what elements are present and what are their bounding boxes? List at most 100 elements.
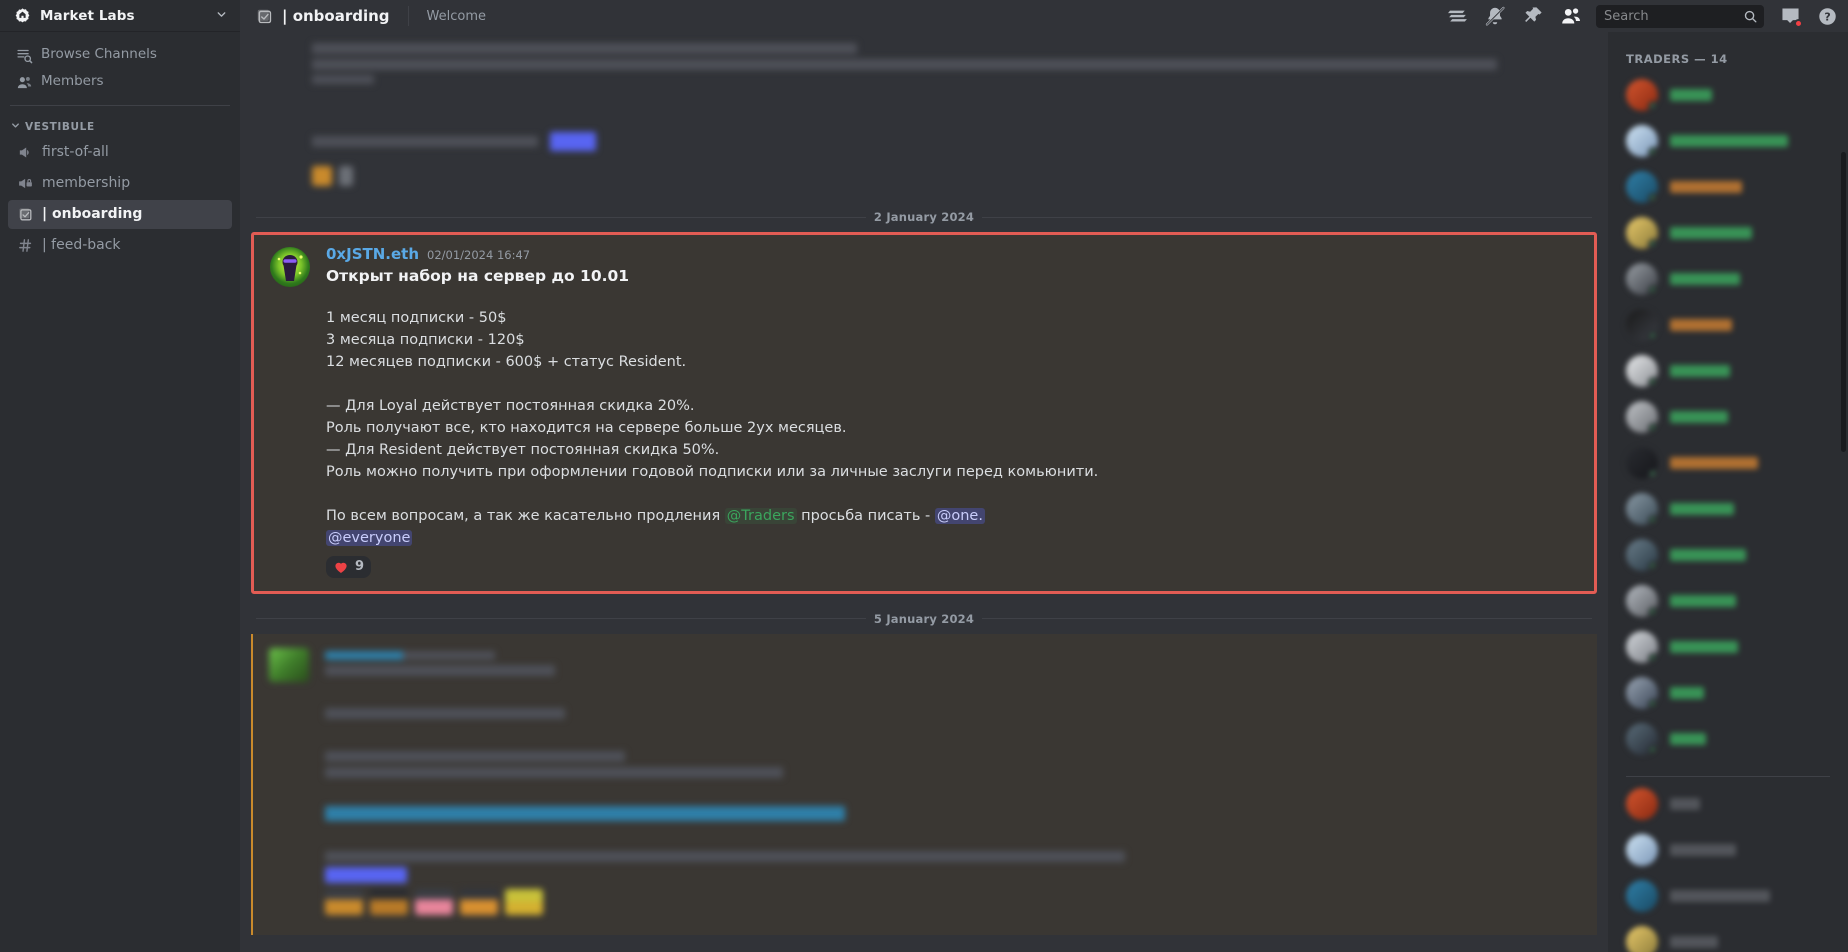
member-list-item[interactable]	[1608, 164, 1848, 210]
sidebar-channel-onboarding[interactable]: | onboarding	[8, 200, 232, 229]
member-list-item[interactable]	[1608, 72, 1848, 118]
member-list-item[interactable]	[1608, 827, 1848, 873]
member-list-item[interactable]	[1608, 532, 1848, 578]
channel-topbar: | onboarding Welcome Search ?	[240, 0, 1848, 32]
avatar	[1626, 539, 1658, 571]
sidebar-channel-membership[interactable]: membership	[8, 169, 232, 198]
threads-icon[interactable]	[1446, 5, 1468, 27]
topbar-divider	[407, 6, 409, 26]
member-list-item[interactable]	[1608, 302, 1848, 348]
inbox-icon[interactable]	[1780, 6, 1803, 28]
members-icon	[16, 74, 33, 91]
message-line: 1 месяц подписки - 50$	[326, 309, 507, 326]
channel-name: | feed-back	[42, 237, 121, 253]
category-vestibule[interactable]: VESTIBULE	[0, 108, 240, 137]
help-circle-icon[interactable]: ?	[1817, 6, 1838, 27]
member-list-sidebar[interactable]: TRADERS — 14	[1608, 32, 1848, 952]
redacted-line	[312, 75, 374, 84]
message-body	[312, 160, 1560, 186]
member-list-item[interactable]	[1608, 440, 1848, 486]
highlighted-message[interactable]: 0xJSTN.eth 02/01/2024 16:47 Открыт набор…	[251, 232, 1597, 594]
pinned-messages-icon[interactable]	[1522, 5, 1544, 27]
avatar	[1626, 355, 1658, 387]
date-sep-line	[256, 618, 866, 620]
mention-one[interactable]: @one.	[934, 507, 985, 524]
line-middle: просьба писать -	[796, 507, 935, 524]
status-indicator	[1648, 377, 1658, 387]
sidebar-channel-first-of-all[interactable]: first-of-all	[8, 138, 232, 167]
browse-channels-icon	[16, 47, 33, 64]
status-indicator	[1648, 469, 1658, 479]
status-indicator	[1648, 331, 1658, 341]
avatar	[269, 647, 309, 682]
channel-name: first-of-all	[42, 144, 109, 160]
message-body	[325, 646, 1549, 915]
member-list-item[interactable]	[1608, 578, 1848, 624]
redacted-msg	[253, 644, 1597, 917]
member-list-item[interactable]	[1608, 486, 1848, 532]
chevron-down-icon[interactable]	[215, 8, 228, 24]
message-line: Роль получают все, кто находится на серв…	[326, 419, 847, 436]
member-name	[1670, 89, 1712, 101]
message-header: 0xJSTN.eth 02/01/2024 16:47	[326, 245, 1574, 264]
avatar	[1626, 401, 1658, 433]
member-list-item[interactable]	[1608, 781, 1848, 827]
status-indicator	[1648, 515, 1658, 525]
channel-name: | onboarding	[42, 206, 143, 222]
message-username[interactable]: 0xJSTN.eth	[326, 245, 419, 264]
member-name	[1670, 411, 1728, 423]
avatar	[1626, 217, 1658, 249]
announcement-lock-channel-icon	[16, 174, 35, 193]
mention-everyone[interactable]: @everyone	[326, 529, 413, 546]
member-list-item[interactable]	[1608, 670, 1848, 716]
member-list-item[interactable]	[1608, 716, 1848, 762]
member-name	[1670, 135, 1788, 147]
reaction-heart[interactable]: 9	[326, 555, 372, 578]
member-list-scrollbar[interactable]	[1841, 152, 1846, 452]
sidebar-item-members[interactable]: Members	[8, 69, 232, 95]
member-list-item[interactable]	[1608, 118, 1848, 164]
mention-traders[interactable]: @Traders	[724, 507, 797, 524]
member-list-icon[interactable]	[1560, 5, 1582, 27]
member-name	[1670, 687, 1704, 699]
message-list[interactable]: 2 January 2024 0xJSTN.eth 02/01/2024 16:…	[240, 32, 1608, 952]
member-list-item[interactable]	[1608, 873, 1848, 919]
search-icon	[1743, 9, 1758, 24]
avatar	[1626, 788, 1658, 820]
avatar	[1626, 880, 1658, 912]
topbar-actions	[1446, 5, 1582, 27]
search-input[interactable]: Search	[1596, 4, 1764, 28]
avatar	[1626, 79, 1658, 111]
redacted-link-line	[325, 805, 845, 821]
sidebar-divider	[10, 105, 230, 106]
message-line: Роль можно получить при оформлении годов…	[326, 463, 1099, 480]
member-name	[1670, 457, 1758, 469]
member-list-item[interactable]	[1608, 624, 1848, 670]
attachment-thumb	[312, 166, 332, 186]
sidebar-item-browse-channels[interactable]: Browse Channels	[8, 42, 232, 68]
avatar[interactable]	[270, 247, 310, 287]
member-list-item[interactable]	[1608, 919, 1848, 952]
member-list-item[interactable]	[1608, 394, 1848, 440]
avatar	[1626, 263, 1658, 295]
member-list-item[interactable]	[1608, 256, 1848, 302]
attachment-row	[325, 888, 1549, 915]
redacted-line	[325, 664, 555, 676]
redacted-line	[325, 650, 495, 660]
message-body: 0xJSTN.eth 02/01/2024 16:47 Открыт набор…	[326, 245, 1574, 579]
server-header[interactable]: Market Labs	[0, 0, 240, 32]
redacted-line	[325, 766, 783, 778]
sidebar-channel-feed-back[interactable]: | feed-back	[8, 231, 232, 260]
member-list-item[interactable]	[1608, 210, 1848, 256]
member-name	[1670, 733, 1706, 745]
reaction-count: 9	[355, 559, 365, 575]
redacted-line	[312, 43, 857, 54]
redacted-message-bottom	[251, 633, 1597, 935]
status-indicator	[1648, 699, 1658, 709]
attachment-thumb	[370, 888, 408, 915]
member-list-item[interactable]	[1608, 348, 1848, 394]
server-home-icon	[14, 7, 31, 24]
notifications-muted-icon[interactable]	[1484, 5, 1506, 27]
attachment-thumb	[505, 888, 543, 915]
